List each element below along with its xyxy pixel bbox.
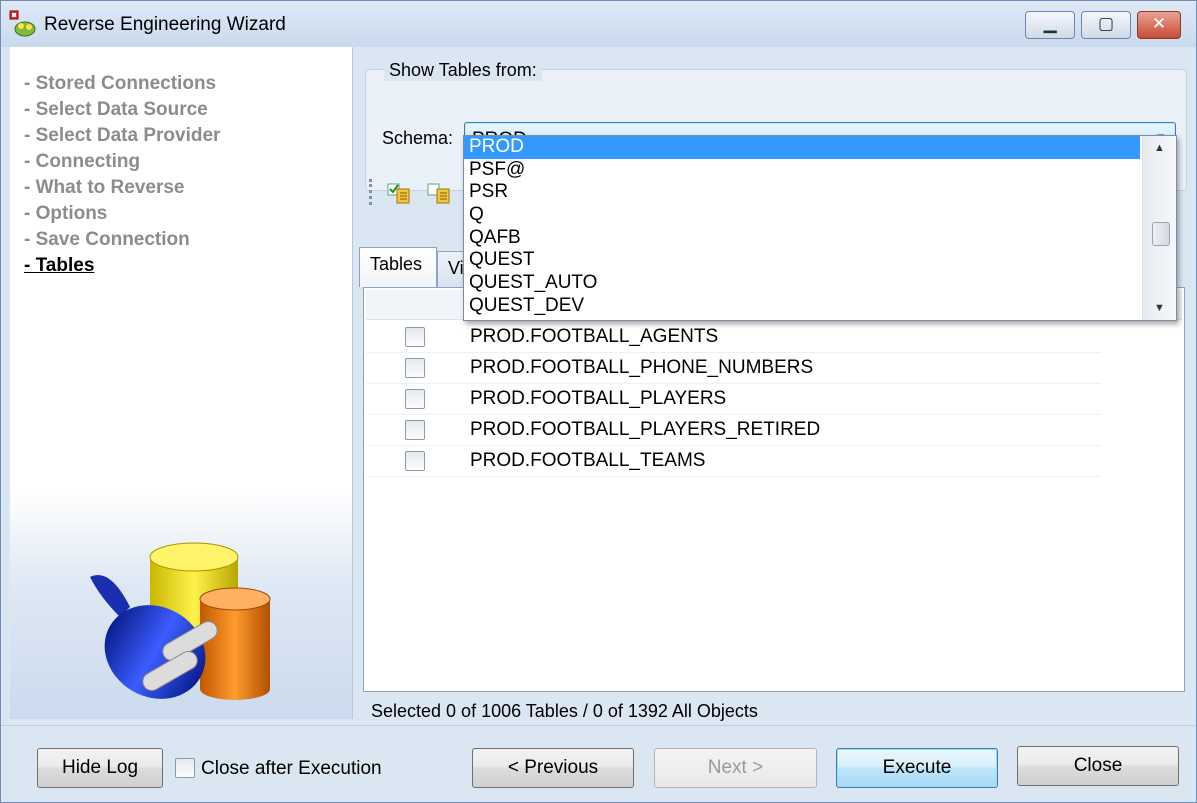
scroll-thumb[interactable]	[1152, 222, 1170, 246]
scroll-down-icon[interactable]: ▼	[1143, 302, 1176, 314]
selection-status: Selected 0 of 1006 Tables / 0 of 1392 Al…	[371, 701, 758, 721]
schema-option[interactable]: PSF@	[464, 159, 1176, 182]
step-select-data-source[interactable]: - Select Data Source	[24, 99, 220, 125]
previous-button[interactable]: < Previous	[472, 748, 634, 788]
steps-panel: - Stored Connections - Select Data Sourc…	[10, 47, 353, 719]
schema-option[interactable]: QAFB	[464, 227, 1176, 250]
close-icon: ✕	[1151, 14, 1167, 33]
schema-option[interactable]: QUEST_AUTO	[464, 272, 1176, 295]
table-checkbox[interactable]	[405, 420, 425, 440]
schema-option[interactable]: Q	[464, 204, 1176, 227]
schema-option[interactable]: PROD	[464, 136, 1140, 159]
show-tables-legend: Show Tables from:	[384, 60, 542, 81]
dropdown-scrollbar[interactable]: ▲ ▼	[1142, 136, 1176, 320]
maximize-button[interactable]: ▢	[1081, 11, 1131, 39]
table-name: PROD.FOOTBALL_PHONE_NUMBERS	[470, 357, 814, 378]
schema-label: Schema:	[382, 128, 454, 148]
table-name: PROD.FOOTBALL_TEAMS	[470, 450, 706, 471]
uncheck-all-icon[interactable]	[427, 182, 451, 204]
title-bar[interactable]: Reverse Engineering Wizard ▁ ▢ ✕	[1, 1, 1196, 47]
table-row[interactable]: PROD.FOOTBALL_TEAMS	[366, 446, 1101, 477]
close-after-execution-checkbox[interactable]	[175, 758, 195, 778]
schema-option[interactable]: PSR	[464, 181, 1176, 204]
table-name: PROD.FOOTBALL_PLAYERS	[470, 388, 727, 409]
scroll-up-icon[interactable]: ▲	[1143, 142, 1176, 154]
tables-grid: PROD.FOOTBALL_AGENTS PROD.FOOTBALL_PHONE…	[363, 287, 1185, 692]
execute-button[interactable]: Execute	[836, 748, 998, 788]
tab-tables[interactable]: Tables	[359, 247, 437, 287]
step-stored-connections[interactable]: - Stored Connections	[24, 73, 220, 99]
check-all-icon[interactable]	[387, 182, 411, 204]
step-what-to-reverse[interactable]: - What to Reverse	[24, 177, 220, 203]
step-select-data-provider[interactable]: - Select Data Provider	[24, 125, 220, 151]
schema-dropdown-list[interactable]: PROD PSF@ PSR Q QAFB QUEST QUEST_AUTO QU…	[463, 135, 1177, 321]
table-checkbox[interactable]	[405, 327, 425, 347]
step-tables[interactable]: - Tables	[24, 255, 220, 281]
toolbar-grip[interactable]	[369, 179, 373, 205]
table-checkbox[interactable]	[405, 451, 425, 471]
table-row[interactable]: PROD.FOOTBALL_PHONE_NUMBERS	[366, 353, 1101, 384]
table-name: PROD.FOOTBALL_AGENTS	[470, 326, 719, 347]
table-checkbox[interactable]	[405, 358, 425, 378]
table-row[interactable]: PROD.FOOTBALL_AGENTS	[366, 322, 1101, 353]
window-title: Reverse Engineering Wizard	[44, 14, 286, 35]
database-plug-illustration	[90, 542, 271, 700]
bottom-button-bar: Hide Log Close after Execution < Previou…	[1, 725, 1196, 802]
step-options[interactable]: - Options	[24, 203, 220, 229]
close-after-execution-label[interactable]: Close after Execution	[201, 758, 382, 780]
app-icon	[9, 10, 36, 37]
table-name: PROD.FOOTBALL_PLAYERS_RETIRED	[470, 419, 821, 440]
table-row[interactable]: PROD.FOOTBALL_PLAYERS	[366, 384, 1101, 415]
close-button[interactable]: Close	[1017, 746, 1179, 786]
minimize-icon: ▁	[1043, 14, 1057, 33]
step-save-connection[interactable]: - Save Connection	[24, 229, 220, 255]
close-window-button[interactable]: ✕	[1137, 11, 1181, 39]
table-row[interactable]: PROD.FOOTBALL_PLAYERS_RETIRED	[366, 415, 1101, 446]
steps-list: - Stored Connections - Select Data Sourc…	[24, 73, 220, 281]
minimize-button[interactable]: ▁	[1025, 11, 1075, 39]
table-checkbox[interactable]	[405, 389, 425, 409]
wizard-window: Reverse Engineering Wizard ▁ ▢ ✕ - Store…	[0, 0, 1197, 803]
schema-option[interactable]: QUEST_DEV	[464, 295, 1176, 318]
next-button[interactable]: Next >	[654, 748, 817, 788]
schema-option[interactable]: QUEST	[464, 249, 1176, 272]
maximize-icon: ▢	[1097, 14, 1115, 33]
hide-log-button[interactable]: Hide Log	[37, 748, 163, 788]
step-connecting[interactable]: - Connecting	[24, 151, 220, 177]
